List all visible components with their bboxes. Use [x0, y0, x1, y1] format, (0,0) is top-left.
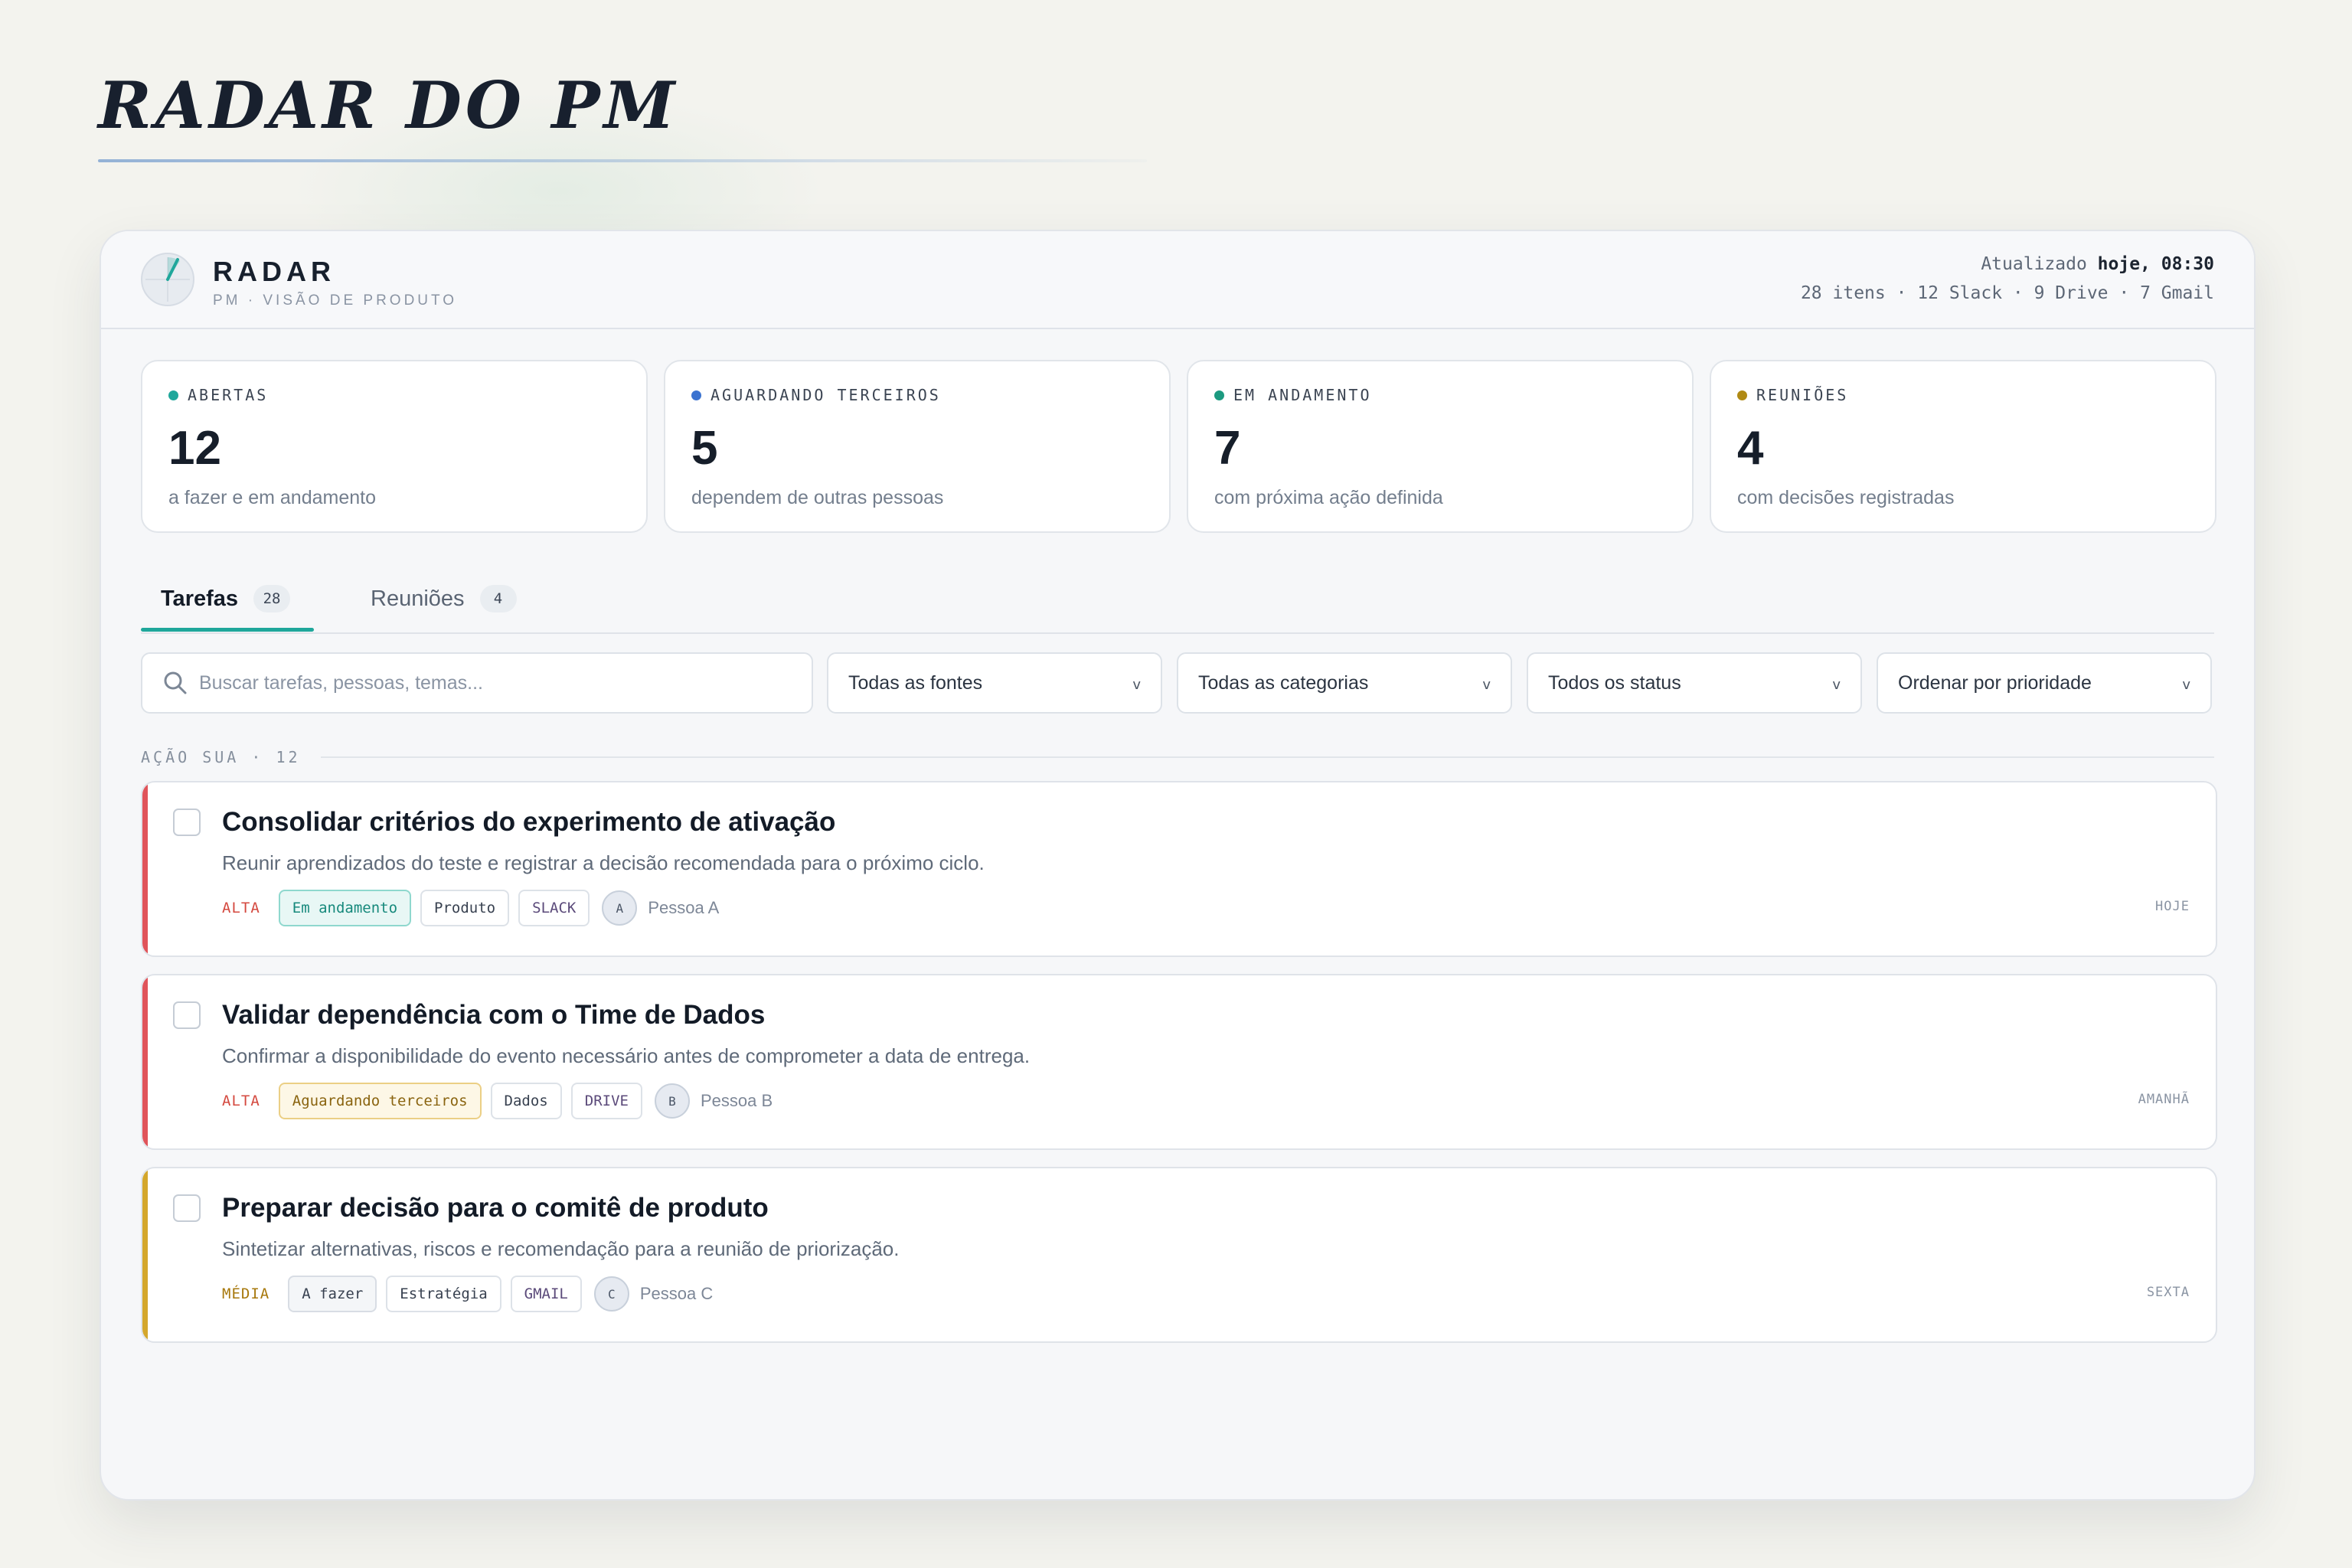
tab-label: Reuniões: [371, 586, 465, 611]
task-meta: MÉDIA A fazer Estratégia GMAIL C Pessoa …: [222, 1276, 713, 1312]
task-checkbox[interactable]: [173, 1194, 201, 1222]
source-tag: SLACK: [518, 890, 590, 926]
select-value: Todos os status: [1548, 671, 1681, 694]
tab-label: Tarefas: [161, 586, 239, 611]
stat-card-aguardando: AGUARDANDO TERCEIROS 5 dependem de outra…: [664, 360, 1171, 533]
task-checkbox[interactable]: [173, 1001, 201, 1029]
task-meta: ALTA Em andamento Produto SLACK A Pessoa…: [222, 890, 719, 926]
stat-value: 12: [168, 422, 221, 475]
priority-label: ALTA: [222, 1093, 260, 1109]
stat-label: AGUARDANDO TERCEIROS: [710, 386, 941, 404]
status-dot: [1214, 390, 1224, 400]
chevron-down-icon: v: [1832, 677, 1841, 693]
task-description: Sintetizar alternativas, riscos e recome…: [222, 1237, 900, 1260]
title-underline: [98, 159, 1147, 162]
section-header: AÇÃO SUA · 12: [141, 746, 2214, 769]
task-title: Validar dependência com o Time de Dados: [222, 1000, 766, 1030]
task-card[interactable]: Consolidar critérios do experimento de a…: [141, 781, 2217, 957]
stat-card-abertas: ABERTAS 12 a fazer e em andamento: [141, 360, 648, 533]
sort-select[interactable]: Ordenar por prioridade v: [1877, 652, 2212, 714]
category-tag: Produto: [420, 890, 510, 926]
person-name: Pessoa B: [700, 1091, 773, 1110]
stat-label: ABERTAS: [188, 386, 269, 404]
chevron-down-icon: v: [1132, 677, 1141, 693]
avatar: B: [654, 1083, 690, 1119]
chevron-down-icon: v: [1482, 677, 1491, 693]
chevron-down-icon: v: [2182, 677, 2190, 693]
task-checkbox[interactable]: [173, 808, 201, 836]
tab-count-badge: 28: [253, 585, 291, 612]
status-badge: Aguardando terceiros: [278, 1083, 482, 1119]
source-filter-select[interactable]: Todas as fontes v: [827, 652, 1162, 714]
active-tab-indicator: [141, 628, 314, 632]
priority-label: ALTA: [222, 900, 260, 916]
section-divider: [320, 756, 2214, 758]
search-icon: [164, 671, 187, 694]
select-value: Todas as fontes: [848, 671, 983, 694]
task-description: Reunir aprendizados do teste e registrar…: [222, 851, 985, 874]
tab-tarefas[interactable]: Tarefas 28: [161, 585, 291, 612]
person-name: Pessoa A: [648, 898, 720, 917]
updated-label: Atualizado: [1981, 254, 2087, 274]
category-filter-select[interactable]: Todas as categorias v: [1177, 652, 1512, 714]
status-dot: [691, 390, 701, 400]
stat-label: EM ANDAMENTO: [1233, 386, 1372, 404]
tab-count-badge: 4: [479, 585, 517, 612]
app-name: RADAR: [213, 256, 335, 287]
task-description: Confirmar a disponibilidade do evento ne…: [222, 1044, 1031, 1067]
task-meta: ALTA Aguardando terceiros Dados DRIVE B …: [222, 1083, 773, 1119]
search-box[interactable]: [141, 652, 813, 714]
task-title: Consolidar critérios do experimento de a…: [222, 807, 836, 837]
due-date: AMANHÃ: [2138, 1092, 2190, 1107]
stats-row: ABERTAS 12 a fazer e em andamento AGUARD…: [141, 360, 2216, 533]
source-tag: DRIVE: [570, 1083, 642, 1119]
radar-panel: RADAR PM · VISÃO DE PRODUTO Atualizado h…: [100, 230, 2256, 1501]
select-value: Ordenar por prioridade: [1898, 671, 2092, 694]
tab-bar: Tarefas 28 Reuniões 4: [141, 571, 2214, 634]
updated-time: hoje, 08:30: [2097, 254, 2214, 274]
panel-header: RADAR PM · VISÃO DE PRODUTO Atualizado h…: [101, 231, 2254, 329]
task-title: Preparar decisão para o comitê de produt…: [222, 1193, 769, 1223]
source-tag: GMAIL: [510, 1276, 582, 1312]
stat-description: com decisões registradas: [1737, 487, 1955, 508]
task-card[interactable]: Preparar decisão para o comitê de produt…: [141, 1167, 2217, 1343]
stat-description: com próxima ação definida: [1214, 487, 1443, 508]
status-badge: A fazer: [288, 1276, 377, 1312]
priority-label: MÉDIA: [222, 1285, 270, 1302]
priority-bar: [142, 782, 148, 956]
status-dot: [168, 390, 178, 400]
stat-label: REUNIÕES: [1756, 386, 1849, 404]
task-card[interactable]: Validar dependência com o Time de Dados …: [141, 974, 2217, 1150]
due-date: SEXTA: [2146, 1285, 2190, 1300]
stat-description: dependem de outras pessoas: [691, 487, 944, 508]
stat-description: a fazer e em andamento: [168, 487, 376, 508]
page-title: RADAR DO PM: [98, 67, 679, 143]
select-value: Todas as categorias: [1198, 671, 1369, 694]
person-name: Pessoa C: [639, 1284, 714, 1303]
search-input[interactable]: [198, 671, 798, 695]
status-dot: [1737, 390, 1747, 400]
priority-bar: [142, 975, 148, 1148]
avatar: C: [593, 1276, 629, 1312]
category-tag: Dados: [490, 1083, 562, 1119]
status-filter-select[interactable]: Todos os status v: [1527, 652, 1862, 714]
stat-card-reunioes: REUNIÕES 4 com decisões registradas: [1710, 360, 2216, 533]
updated-info: Atualizado hoje, 08:30: [1981, 254, 2214, 274]
app-subtitle: PM · VISÃO DE PRODUTO: [213, 292, 458, 309]
tab-reunioes[interactable]: Reuniões 4: [371, 585, 517, 612]
status-badge: Em andamento: [278, 890, 412, 926]
stat-value: 4: [1737, 422, 1764, 475]
stat-value: 7: [1214, 422, 1241, 475]
source-counts: 28 itens · 12 Slack · 9 Drive · 7 Gmail: [1800, 283, 2214, 303]
due-date: HOJE: [2155, 899, 2190, 914]
priority-bar: [142, 1168, 148, 1341]
avatar: A: [602, 890, 638, 926]
radar-logo-icon: [141, 253, 194, 306]
category-tag: Estratégia: [386, 1276, 501, 1312]
section-label: AÇÃO SUA · 12: [141, 748, 301, 766]
stat-card-em-andamento: EM ANDAMENTO 7 com próxima ação definida: [1187, 360, 1694, 533]
stat-value: 5: [691, 422, 718, 475]
